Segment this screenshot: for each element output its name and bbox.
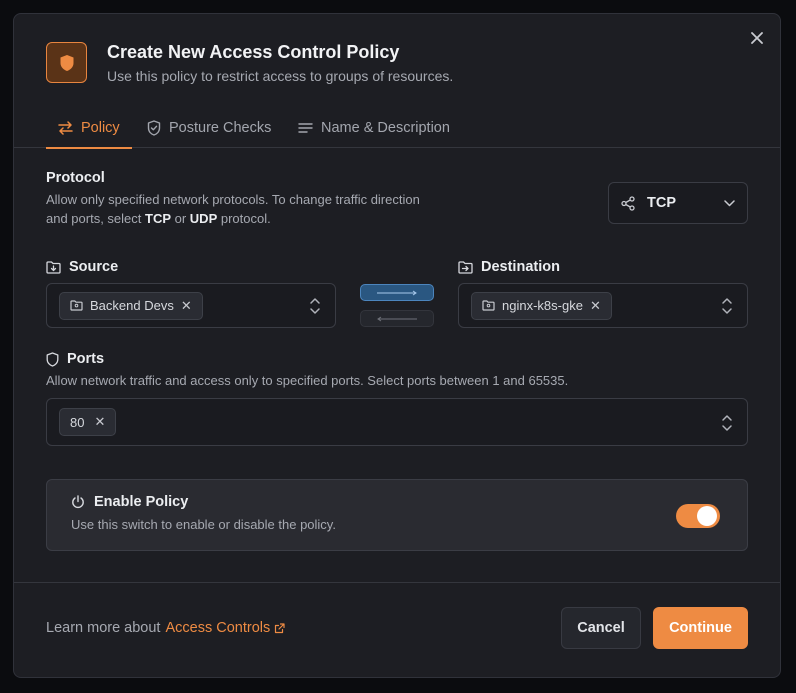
- protocol-help: Allow only specified network protocols. …: [46, 190, 426, 228]
- chevron-down-icon: [724, 199, 735, 206]
- tab-label: Name & Description: [321, 120, 450, 136]
- power-icon: [72, 495, 84, 509]
- ports-help: Allow network traffic and access only to…: [46, 373, 569, 388]
- dialog-title: Create New Access Control Policy: [107, 42, 400, 62]
- shield-icon: [60, 54, 73, 71]
- ports-label: Ports: [67, 351, 105, 367]
- arrow-left-icon: [377, 316, 417, 321]
- shield-outline-icon: [46, 351, 59, 367]
- destination-chip: nginx-k8s-gke ✕: [471, 291, 612, 320]
- enable-policy-toggle[interactable]: [676, 504, 720, 528]
- footer-divider: [14, 582, 780, 583]
- protocol-help-end: protocol.: [217, 211, 271, 226]
- destination-select[interactable]: nginx-k8s-gke ✕: [458, 283, 748, 328]
- tab-bar: Policy Posture Checks Name & Description: [14, 108, 780, 149]
- tab-label: Policy: [81, 120, 120, 136]
- source-label: Source: [69, 259, 119, 275]
- updown-chevron-icon: [722, 298, 732, 314]
- updown-chevron-icon: [310, 298, 320, 314]
- destination-chip-label: nginx-k8s-gke: [502, 298, 583, 313]
- group-folder-icon: [482, 300, 495, 311]
- destination-heading: Destination: [458, 259, 560, 275]
- arrows-exchange-icon: [58, 121, 73, 135]
- destination-label: Destination: [481, 259, 560, 275]
- close-button[interactable]: [747, 28, 767, 48]
- direction-forward-button[interactable]: [360, 284, 434, 301]
- protocol-select[interactable]: TCP: [608, 182, 748, 224]
- ports-heading: Ports: [46, 351, 104, 367]
- remove-chip-button[interactable]: ✕: [590, 298, 601, 314]
- policy-dialog: Create New Access Control Policy Use thi…: [13, 13, 781, 678]
- tab-posture-checks[interactable]: Posture Checks: [147, 108, 271, 148]
- access-controls-link[interactable]: Access Controls: [165, 620, 285, 636]
- folder-down-icon: [46, 260, 61, 274]
- folder-input-icon: [458, 260, 473, 274]
- close-icon: [751, 32, 763, 44]
- learn-more: Learn more about Access Controls: [46, 620, 285, 636]
- protocol-label: Protocol: [46, 170, 105, 186]
- port-chip-label: 80: [70, 414, 85, 430]
- protocol-help-or: or: [171, 211, 190, 226]
- learn-more-prefix: Learn more about: [46, 620, 161, 636]
- shield-badge: [46, 42, 87, 83]
- text-lines-icon: [298, 123, 313, 133]
- protocol-help-tcp: TCP: [145, 211, 171, 226]
- updown-chevron-icon: [722, 415, 732, 431]
- protocol-help-udp: UDP: [189, 211, 218, 226]
- direction-backward-button[interactable]: [360, 310, 434, 327]
- tab-policy[interactable]: Policy: [46, 108, 132, 149]
- share-network-icon: [621, 195, 635, 211]
- cancel-button[interactable]: Cancel: [561, 607, 641, 649]
- access-controls-link-label: Access Controls: [165, 620, 271, 636]
- tab-name-description[interactable]: Name & Description: [298, 108, 450, 148]
- port-chip: 80 ✕: [59, 408, 117, 436]
- dialog-subtitle: Use this policy to restrict access to gr…: [107, 68, 454, 84]
- source-chip-label: Backend Devs: [90, 298, 174, 313]
- toggle-knob: [697, 506, 717, 526]
- protocol-value: TCP: [647, 195, 676, 211]
- remove-chip-button[interactable]: ✕: [94, 414, 105, 430]
- enable-policy-help: Use this switch to enable or disable the…: [71, 517, 336, 532]
- source-chip: Backend Devs ✕: [59, 291, 203, 320]
- enable-policy-card: Enable Policy Use this switch to enable …: [46, 479, 748, 551]
- external-link-icon: [275, 622, 285, 633]
- remove-chip-button[interactable]: ✕: [181, 298, 192, 314]
- tab-label: Posture Checks: [169, 120, 272, 136]
- arrow-right-icon: [377, 290, 417, 295]
- enable-policy-label: Enable Policy: [94, 494, 189, 510]
- shield-check-icon: [147, 120, 161, 136]
- source-select[interactable]: Backend Devs ✕: [46, 283, 336, 328]
- continue-button[interactable]: Continue: [653, 607, 748, 649]
- ports-select[interactable]: 80 ✕: [46, 398, 748, 446]
- group-folder-icon: [70, 300, 83, 311]
- enable-policy-heading: Enable Policy: [71, 494, 188, 510]
- source-heading: Source: [46, 259, 118, 275]
